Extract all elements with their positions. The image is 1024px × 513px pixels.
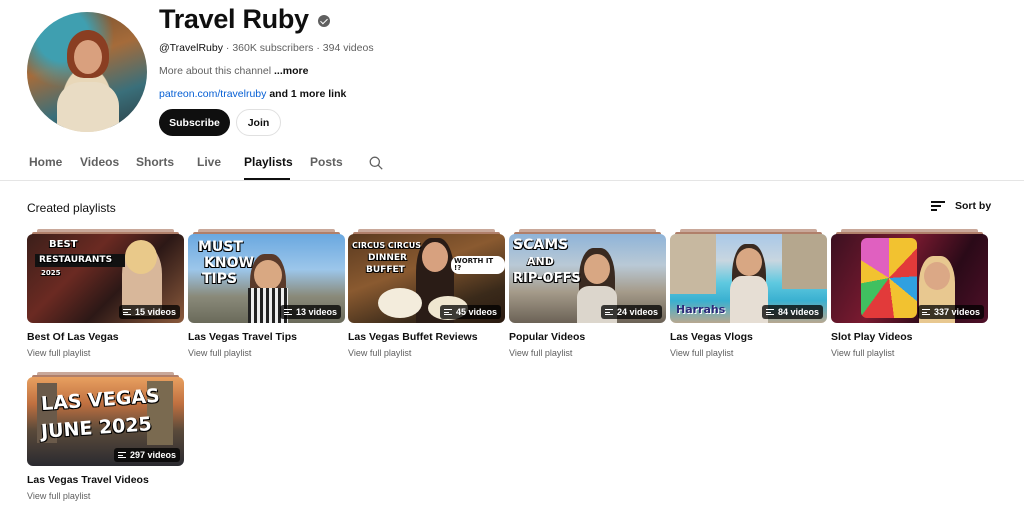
video-count-badge: 15 videos xyxy=(118,305,180,319)
playlist-thumbnail[interactable]: SCAMS AND RIP-OFFS 24 videos xyxy=(509,234,666,323)
channel-about[interactable]: More about this channel ...more xyxy=(159,65,308,77)
playlist-icon xyxy=(122,309,131,315)
playlist-thumbnail[interactable]: LAS VEGAS JUNE 2025 297 videos xyxy=(27,377,184,466)
overlay-text: JUNE 2025 xyxy=(40,413,153,443)
playlist-icon xyxy=(921,309,930,315)
section-title: Created playlists xyxy=(27,201,116,215)
channel-avatar[interactable] xyxy=(27,12,147,132)
channel-name-text: Travel Ruby xyxy=(159,4,309,34)
channel-tabs: Home Videos Shorts Live Playlists Posts xyxy=(0,150,1024,181)
video-count-badge: 45 videos xyxy=(439,305,501,319)
playlist-icon xyxy=(117,452,126,458)
playlist-title[interactable]: Las Vegas Vlogs xyxy=(670,331,753,343)
view-full-playlist-link[interactable]: View full playlist xyxy=(348,348,411,358)
playlist-title[interactable]: Slot Play Videos xyxy=(831,331,913,343)
playlist-thumbnail[interactable]: Harrahs 84 videos xyxy=(670,234,827,323)
video-count-badge: 24 videos xyxy=(600,305,662,319)
channel-links: patreon.com/travelruby and 1 more link xyxy=(159,88,346,100)
tab-home[interactable]: Home xyxy=(29,155,62,169)
overlay-text: DINNER xyxy=(368,253,407,263)
patreon-link[interactable]: patreon.com/travelruby xyxy=(159,88,266,100)
overlay-text: BUFFET xyxy=(366,265,405,275)
about-text[interactable]: More about this channel xyxy=(159,65,271,77)
playlist-icon xyxy=(283,309,292,315)
sort-icon xyxy=(931,200,945,212)
avatar-body xyxy=(57,82,119,132)
channel-handle: @TravelRuby xyxy=(159,42,223,54)
badge-count: 15 videos xyxy=(134,307,176,317)
badge-count: 13 videos xyxy=(295,307,337,317)
view-full-playlist-link[interactable]: View full playlist xyxy=(27,348,90,358)
badge-count: 297 videos xyxy=(129,450,176,460)
channel-title: Travel Ruby xyxy=(159,4,330,35)
subscriber-count: 360K subscribers xyxy=(232,42,314,54)
playlist-title[interactable]: Las Vegas Buffet Reviews xyxy=(348,331,478,343)
badge-count: 45 videos xyxy=(455,307,497,317)
sort-label[interactable]: Sort by xyxy=(955,200,991,212)
overlay-text: RIP-OFFS xyxy=(513,271,581,286)
playlist-title[interactable]: Las Vegas Travel Tips xyxy=(188,331,297,343)
tab-live[interactable]: Live xyxy=(197,155,221,169)
overlay-text: CIRCUS CIRCUS xyxy=(352,241,422,250)
view-full-playlist-link[interactable]: View full playlist xyxy=(509,348,572,358)
overlay-text: Harrahs xyxy=(676,303,726,316)
join-button[interactable]: Join xyxy=(236,109,281,136)
playlist-icon xyxy=(604,309,613,315)
subscribe-button[interactable]: Subscribe xyxy=(159,109,230,136)
video-count-badge: 84 videos xyxy=(761,305,823,319)
video-count-badge: 297 videos xyxy=(113,448,180,462)
badge-count: 337 videos xyxy=(933,307,980,317)
playlist-icon xyxy=(443,309,452,315)
view-full-playlist-link[interactable]: View full playlist xyxy=(831,348,894,358)
playlist-title[interactable]: Popular Videos xyxy=(509,331,585,343)
overlay-text: MUST xyxy=(198,239,243,255)
badge-count: 84 videos xyxy=(777,307,819,317)
more-links-button[interactable]: and 1 more link xyxy=(269,88,346,100)
overlay-text: WORTH IT !? xyxy=(451,256,505,274)
search-icon[interactable] xyxy=(369,156,383,170)
view-full-playlist-link[interactable]: View full playlist xyxy=(188,348,251,358)
overlay-text: TIPS xyxy=(202,271,238,287)
playlist-icon xyxy=(765,309,774,315)
tab-posts[interactable]: Posts xyxy=(310,155,343,169)
playlist-title[interactable]: Best Of Las Vegas xyxy=(27,331,119,343)
overlay-text: BEST xyxy=(49,239,78,250)
playlist-thumbnail[interactable]: BEST RESTAURANTS 2025 15 videos xyxy=(27,234,184,323)
overlay-text: AND xyxy=(527,255,554,268)
view-full-playlist-link[interactable]: View full playlist xyxy=(670,348,733,358)
tab-shorts[interactable]: Shorts xyxy=(136,155,174,169)
playlist-title[interactable]: Las Vegas Travel Videos xyxy=(27,474,149,486)
playlist-thumbnail[interactable]: MUST KNOW TIPS 13 videos xyxy=(188,234,345,323)
channel-meta: @TravelRuby · 360K subscribers · 394 vid… xyxy=(159,42,374,54)
badge-count: 24 videos xyxy=(616,307,658,317)
video-count-badge: 13 videos xyxy=(279,305,341,319)
about-more-link[interactable]: ...more xyxy=(274,65,308,77)
playlist-thumbnail[interactable]: 337 videos xyxy=(831,234,988,323)
overlay-text: SCAMS xyxy=(513,237,569,253)
verified-check-icon xyxy=(317,14,330,27)
view-full-playlist-link[interactable]: View full playlist xyxy=(27,491,90,501)
overlay-text: RESTAURANTS xyxy=(39,255,113,265)
playlist-thumbnail[interactable]: CIRCUS CIRCUS DINNER BUFFET WORTH IT !? … xyxy=(348,234,505,323)
overlay-text: KNOW xyxy=(204,255,254,271)
overlay-text: LAS VEGAS xyxy=(40,384,161,416)
tab-videos[interactable]: Videos xyxy=(80,155,119,169)
video-count: 394 videos xyxy=(322,42,374,54)
video-count-badge: 337 videos xyxy=(917,305,984,319)
overlay-text: 2025 xyxy=(41,269,61,277)
active-tab-indicator xyxy=(244,178,290,180)
avatar-face xyxy=(74,40,102,74)
sort-button[interactable]: Sort by xyxy=(931,200,991,212)
tab-playlists[interactable]: Playlists xyxy=(244,155,293,169)
